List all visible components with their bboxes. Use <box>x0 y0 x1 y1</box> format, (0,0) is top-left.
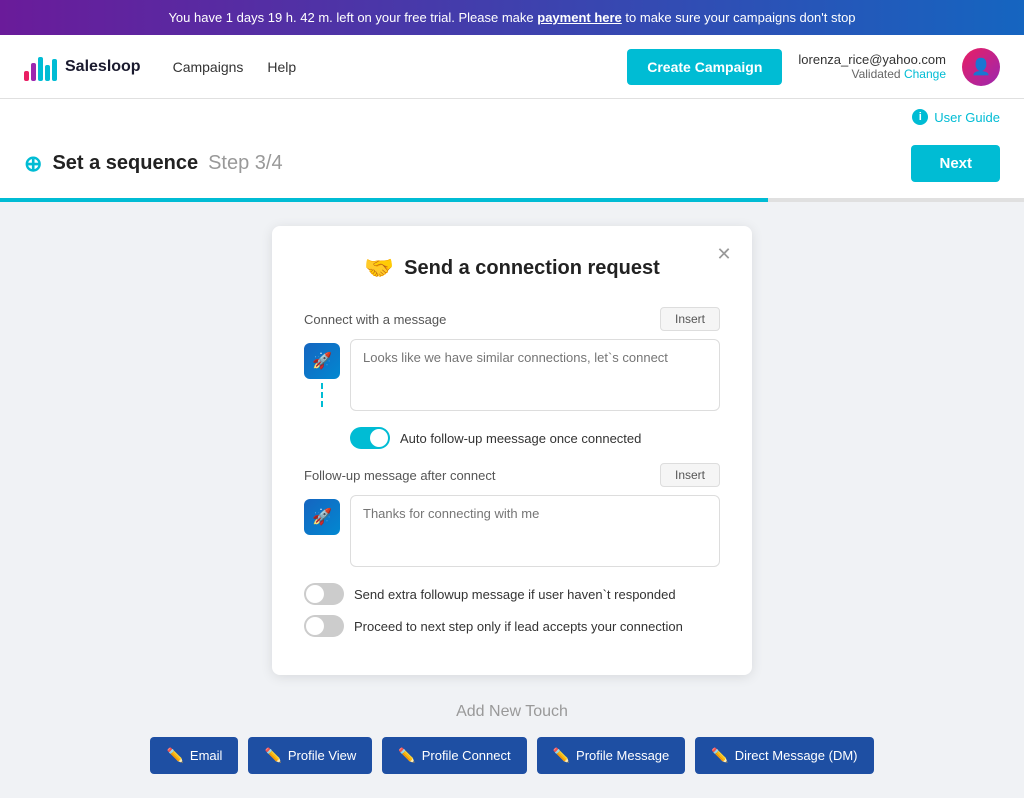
add-touch-title: Add New Touch <box>24 703 1000 721</box>
create-campaign-button[interactable]: Create Campaign <box>627 49 782 85</box>
email-touch-button[interactable]: ✏️ Email <box>150 737 238 774</box>
proceed-label: Proceed to next step only if lead accept… <box>354 619 683 634</box>
trial-banner: You have 1 days 19 h. 42 m. left on your… <box>0 0 1024 35</box>
close-button[interactable]: ✕ <box>710 240 738 268</box>
validated-text: Validated <box>851 67 900 81</box>
rocket-icon-1: 🚀 <box>304 343 340 379</box>
profile-view-label: Profile View <box>288 748 356 763</box>
auto-followup-label: Auto follow-up meessage once connected <box>400 431 641 446</box>
profile-connect-icon: ✏️ <box>398 747 415 764</box>
step-icon: ⊕ <box>24 151 42 177</box>
profile-message-button[interactable]: ✏️ Profile Message <box>537 737 686 774</box>
card-title-text: Send a connection request <box>404 257 660 280</box>
profile-message-icon: ✏️ <box>553 747 570 764</box>
user-email: lorenza_rice@yahoo.com <box>798 52 946 67</box>
info-icon: i <box>912 109 928 125</box>
followup-label-row: Follow-up message after connect Insert <box>304 463 720 487</box>
direct-message-button[interactable]: ✏️ Direct Message (DM) <box>695 737 873 774</box>
change-link[interactable]: Change <box>904 67 946 81</box>
proceed-toggle-row: Proceed to next step only if lead accept… <box>304 615 720 637</box>
auto-followup-toggle[interactable] <box>350 427 390 449</box>
step-header: ⊕ Set a sequence Step 3/4 Next <box>0 129 1024 198</box>
banner-suffix: to make sure your campaigns don't stop <box>625 10 855 25</box>
email-icon: ✏️ <box>166 747 183 764</box>
direct-message-label: Direct Message (DM) <box>735 748 858 763</box>
email-touch-label: Email <box>190 748 223 763</box>
followup-message-input[interactable] <box>350 495 720 567</box>
logo-text: Salesloop <box>65 58 141 76</box>
profile-connect-button[interactable]: ✏️ Profile Connect <box>382 737 526 774</box>
user-status: Validated Change <box>798 67 946 81</box>
proceed-toggle[interactable] <box>304 615 344 637</box>
connector-col-2: 🚀 <box>304 495 340 535</box>
extra-followup-label: Send extra followup message if user have… <box>354 587 676 602</box>
card-title: 🤝 Send a connection request <box>304 254 720 283</box>
avatar: 👤 <box>962 48 1000 86</box>
banner-text: You have 1 days 19 h. 42 m. left on your… <box>168 10 537 25</box>
nav-links: Campaigns Help <box>173 59 628 75</box>
user-info: lorenza_rice@yahoo.com Validated Change <box>798 52 946 81</box>
navbar: Salesloop Campaigns Help Create Campaign… <box>0 35 1024 99</box>
insert-button-1[interactable]: Insert <box>660 307 720 331</box>
user-guide-text: User Guide <box>934 110 1000 125</box>
user-guide-bar: i User Guide <box>0 99 1024 129</box>
insert-button-2[interactable]: Insert <box>660 463 720 487</box>
next-button[interactable]: Next <box>911 145 1000 182</box>
profile-view-button[interactable]: ✏️ Profile View <box>248 737 372 774</box>
followup-label: Follow-up message after connect <box>304 468 495 483</box>
connect-message-input[interactable] <box>350 339 720 411</box>
connector-col-1: 🚀 <box>304 339 340 411</box>
dotted-line-1 <box>321 383 323 407</box>
profile-view-icon: ✏️ <box>264 747 281 764</box>
touch-buttons: ✏️ Email ✏️ Profile View ✏️ Profile Conn… <box>24 737 1000 774</box>
step-title-text: Set a sequence <box>52 152 198 175</box>
rocket-icon-2: 🚀 <box>304 499 340 535</box>
main-content: ✕ 🤝 Send a connection request Connect wi… <box>0 202 1024 798</box>
nav-right: Create Campaign lorenza_rice@yahoo.com V… <box>627 48 1000 86</box>
payment-link[interactable]: payment here <box>537 10 622 25</box>
profile-connect-label: Profile Connect <box>422 748 511 763</box>
extra-followup-toggle[interactable] <box>304 583 344 605</box>
connection-request-card: ✕ 🤝 Send a connection request Connect wi… <box>272 226 752 675</box>
nav-campaigns[interactable]: Campaigns <box>173 59 244 75</box>
profile-message-label: Profile Message <box>576 748 669 763</box>
step-number: Step 3/4 <box>208 152 283 175</box>
logo-icon <box>24 53 57 81</box>
extra-followup-toggle-row: Send extra followup message if user have… <box>304 583 720 605</box>
auto-followup-toggle-row: Auto follow-up meessage once connected <box>304 427 720 449</box>
user-guide-link[interactable]: i User Guide <box>912 109 1000 125</box>
connect-textarea-wrapper: 🚀 <box>304 339 720 411</box>
nav-help[interactable]: Help <box>267 59 296 75</box>
step-title: ⊕ Set a sequence Step 3/4 <box>24 151 283 177</box>
direct-message-icon: ✏️ <box>711 747 728 764</box>
logo-area: Salesloop <box>24 53 141 81</box>
handshake-icon: 🤝 <box>364 254 394 283</box>
followup-textarea-wrapper: 🚀 <box>304 495 720 567</box>
connect-label-row: Connect with a message Insert <box>304 307 720 331</box>
add-touch-section: Add New Touch ✏️ Email ✏️ Profile View ✏… <box>24 703 1000 774</box>
connect-label: Connect with a message <box>304 312 446 327</box>
